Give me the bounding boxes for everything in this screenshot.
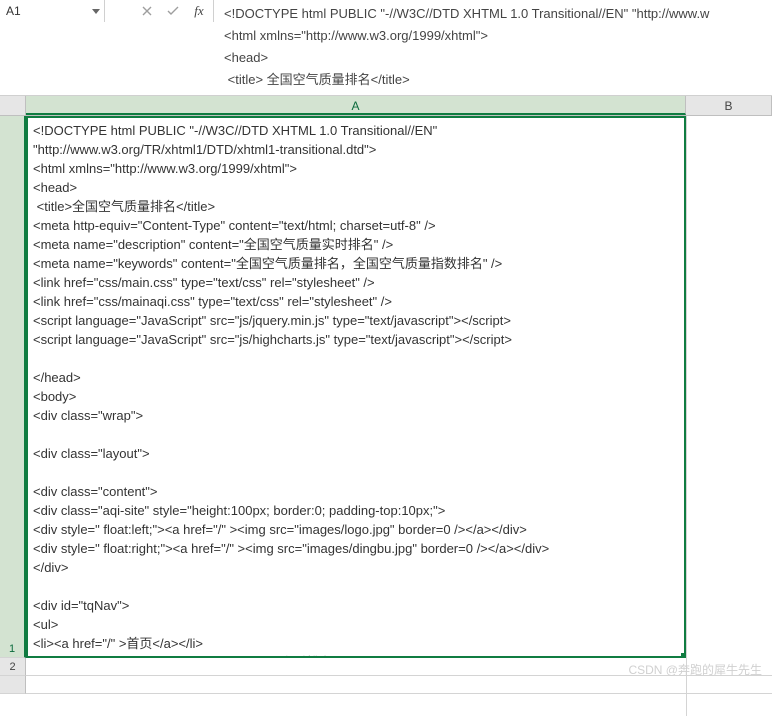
column-header-B[interactable]: B — [686, 96, 772, 115]
row-header-2[interactable]: 2 — [0, 658, 26, 676]
row-header-3[interactable] — [0, 676, 26, 694]
enter-formula-button[interactable] — [165, 3, 181, 19]
insert-function-button[interactable]: fx — [191, 3, 207, 19]
name-box-input[interactable] — [0, 0, 88, 22]
spreadsheet-grid: A B 1 2 <!DOCTYPE html PUBLIC "-//W3C//D… — [0, 96, 772, 694]
gridline — [26, 658, 772, 676]
column-header-A[interactable]: A — [26, 96, 686, 115]
gridline — [686, 116, 687, 716]
formula-bar-text[interactable]: <!DOCTYPE html PUBLIC "-//W3C//DTD XHTML… — [214, 0, 772, 91]
formula-controls: fx — [133, 0, 214, 22]
row-header-1[interactable]: 1 — [0, 116, 26, 658]
cell-A1[interactable]: <!DOCTYPE html PUBLIC "-//W3C//DTD XHTML… — [26, 116, 686, 658]
column-headers: A B — [0, 96, 772, 116]
check-icon — [167, 6, 179, 16]
formula-bar-row: fx <!DOCTYPE html PUBLIC "-//W3C//DTD XH… — [0, 0, 772, 96]
chevron-down-icon — [92, 9, 100, 14]
gridline — [26, 676, 772, 694]
cells-area[interactable]: <!DOCTYPE html PUBLIC "-//W3C//DTD XHTML… — [26, 116, 772, 694]
select-all-corner[interactable] — [0, 96, 26, 115]
x-icon — [142, 6, 152, 16]
cancel-formula-button[interactable] — [139, 3, 155, 19]
row-headers: 1 2 — [0, 116, 26, 694]
name-box-dropdown[interactable] — [88, 0, 104, 22]
name-box — [0, 0, 105, 22]
